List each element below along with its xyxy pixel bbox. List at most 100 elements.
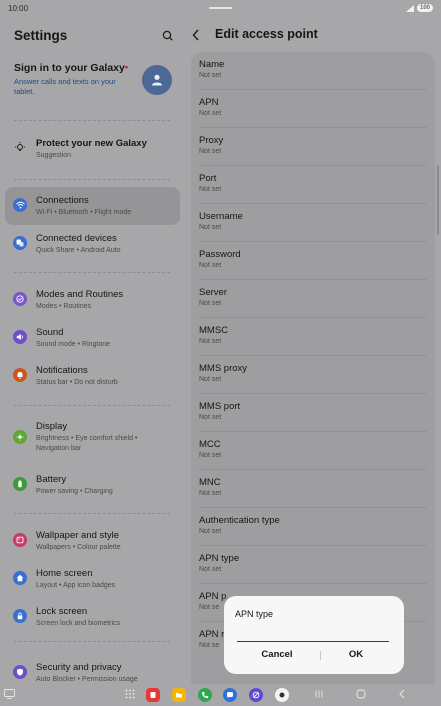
- field-label: APN: [199, 97, 219, 108]
- field-authentication-type[interactable]: Authentication type Not set: [191, 508, 435, 546]
- signal-icon: [405, 4, 414, 12]
- bell-icon: [13, 368, 27, 382]
- avatar[interactable]: [142, 65, 172, 95]
- field-label: Authentication type: [199, 515, 280, 526]
- cancel-button[interactable]: Cancel: [242, 649, 312, 660]
- field-label: MMS port: [199, 401, 241, 412]
- field-value: Not set: [199, 148, 222, 155]
- speaker-icon: [13, 330, 27, 344]
- field-label: APN type: [199, 553, 240, 564]
- field-mcc[interactable]: MCC Not set: [191, 432, 435, 470]
- app-folder-icon[interactable]: [172, 688, 186, 702]
- recent-apps-icon[interactable]: [314, 690, 324, 698]
- divider: [14, 179, 170, 180]
- settings-item-sublabel: Suggestion: [36, 152, 72, 159]
- field-port[interactable]: Port Not set: [191, 166, 435, 204]
- field-apn-type[interactable]: APN type Not set: [191, 546, 435, 584]
- sun-icon: [13, 430, 27, 444]
- shield-icon: [13, 665, 27, 679]
- app-browser-icon[interactable]: [249, 688, 263, 702]
- window-handle[interactable]: [209, 7, 232, 9]
- settings-item-display[interactable]: Display Brightness • Eye comfort shield …: [5, 413, 180, 461]
- field-name[interactable]: Name Not set: [191, 52, 435, 90]
- navigation-bar: [0, 684, 441, 706]
- field-password[interactable]: Password Not set: [191, 242, 435, 280]
- field-apn[interactable]: APN Not set: [191, 90, 435, 128]
- settings-item-notifications[interactable]: Notifications Status bar • Do not distur…: [5, 357, 180, 395]
- apn-type-dialog: APN type Cancel OK: [224, 596, 404, 674]
- settings-item-devices[interactable]: Connected devices Quick Share • Android …: [5, 225, 180, 263]
- settings-item-label: Wallpaper and style: [36, 530, 120, 541]
- settings-item-modes[interactable]: Modes and Routines Modes • Routines: [5, 281, 180, 319]
- settings-item-label: Connections: [36, 195, 89, 206]
- divider: [14, 272, 170, 273]
- divider: [14, 513, 170, 514]
- field-value: Not set: [199, 338, 222, 345]
- settings-item-battery[interactable]: Battery Power saving • Charging: [5, 466, 180, 504]
- field-value: Not set: [199, 186, 222, 193]
- field-server[interactable]: Server Not set: [191, 280, 435, 318]
- app-phone-icon[interactable]: [198, 688, 212, 702]
- field-label: Name: [199, 59, 225, 70]
- page-title: Edit access point: [215, 27, 318, 41]
- field-value: Not set: [199, 376, 222, 383]
- screen-rotate-icon[interactable]: [4, 689, 15, 699]
- settings-item-label: Lock screen: [36, 606, 88, 617]
- app-messages-icon[interactable]: [223, 688, 237, 702]
- field-mmsc[interactable]: MMSC Not set: [191, 318, 435, 356]
- settings-item-sublabel: Wi-Fi • Bluetooth • Flight mode: [36, 209, 132, 216]
- notification-dot: •: [124, 62, 129, 72]
- devices-icon: [13, 236, 27, 250]
- settings-item-label: Modes and Routines: [36, 289, 124, 300]
- apps-grid-icon[interactable]: [125, 689, 135, 699]
- field-value: Not set: [199, 566, 222, 573]
- field-mnc[interactable]: MNC Not set: [191, 470, 435, 508]
- settings-item-sublabel: Wallpapers • Colour palette: [36, 544, 121, 551]
- field-mms-proxy[interactable]: MMS proxy Not set: [191, 356, 435, 394]
- field-label: APN r: [199, 629, 225, 640]
- settings-item-sublabel: Quick Share • Android Auto: [36, 247, 121, 254]
- home-icon[interactable]: [356, 689, 366, 699]
- field-value: Not set: [199, 262, 222, 269]
- field-value: Not set: [199, 72, 222, 79]
- galaxy-account-card[interactable]: Sign in to your Galaxy• Answer calls and…: [14, 62, 176, 108]
- field-proxy[interactable]: Proxy Not set: [191, 128, 435, 166]
- field-label: MMSC: [199, 325, 229, 336]
- field-label: Password: [199, 249, 241, 260]
- field-value: Not set: [199, 110, 222, 117]
- field-value: Not set: [199, 300, 222, 307]
- divider: [14, 641, 170, 642]
- settings-item-sublabel: Modes • Routines: [36, 303, 91, 310]
- field-value: Not set: [199, 414, 222, 421]
- ok-button[interactable]: OK: [321, 649, 391, 660]
- app-red-icon[interactable]: [146, 688, 160, 702]
- settings-item-label: Display: [36, 421, 68, 432]
- field-mms-port[interactable]: MMS port Not set: [191, 394, 435, 432]
- settings-item-lock[interactable]: Lock screen Screen lock and biometrics: [5, 598, 180, 636]
- field-username[interactable]: Username Not set: [191, 204, 435, 242]
- settings-item-sound[interactable]: Sound Sound mode • Ringtone: [5, 319, 180, 357]
- access-point-fields: Name Not set APN Not set Proxy Not set Port…: [191, 52, 435, 684]
- settings-item-home[interactable]: Home screen Layout • App icon badges: [5, 560, 180, 598]
- wifi-icon: [13, 198, 27, 212]
- settings-item-sublabel: Brightness • Eye comfort shield •: [36, 435, 138, 442]
- field-label: Port: [199, 173, 217, 184]
- apn-type-input[interactable]: [237, 641, 389, 642]
- account-subtitle: Answer calls and texts on your tablet.: [14, 77, 116, 96]
- status-bar: 10:00 100: [0, 0, 441, 18]
- app-camera-icon[interactable]: [275, 688, 289, 702]
- settings-item-protect[interactable]: Protect your new Galaxy Suggestion: [5, 130, 180, 168]
- settings-item-wallpaper[interactable]: Wallpaper and style Wallpapers • Colour …: [5, 522, 180, 560]
- settings-item-connections[interactable]: Connections Wi-Fi • Bluetooth • Flight m…: [5, 187, 180, 225]
- field-label: MCC: [199, 439, 221, 450]
- scrollbar[interactable]: [437, 165, 439, 235]
- battery-icon: [13, 477, 27, 491]
- check-circle-icon: [13, 292, 27, 306]
- back-icon[interactable]: [398, 689, 406, 699]
- field-value: Not se: [199, 642, 220, 649]
- divider: [14, 120, 170, 121]
- field-label: MMS proxy: [199, 363, 248, 374]
- search-icon[interactable]: [160, 28, 176, 44]
- back-arrow-icon[interactable]: [190, 28, 202, 42]
- home-icon: [13, 571, 27, 585]
